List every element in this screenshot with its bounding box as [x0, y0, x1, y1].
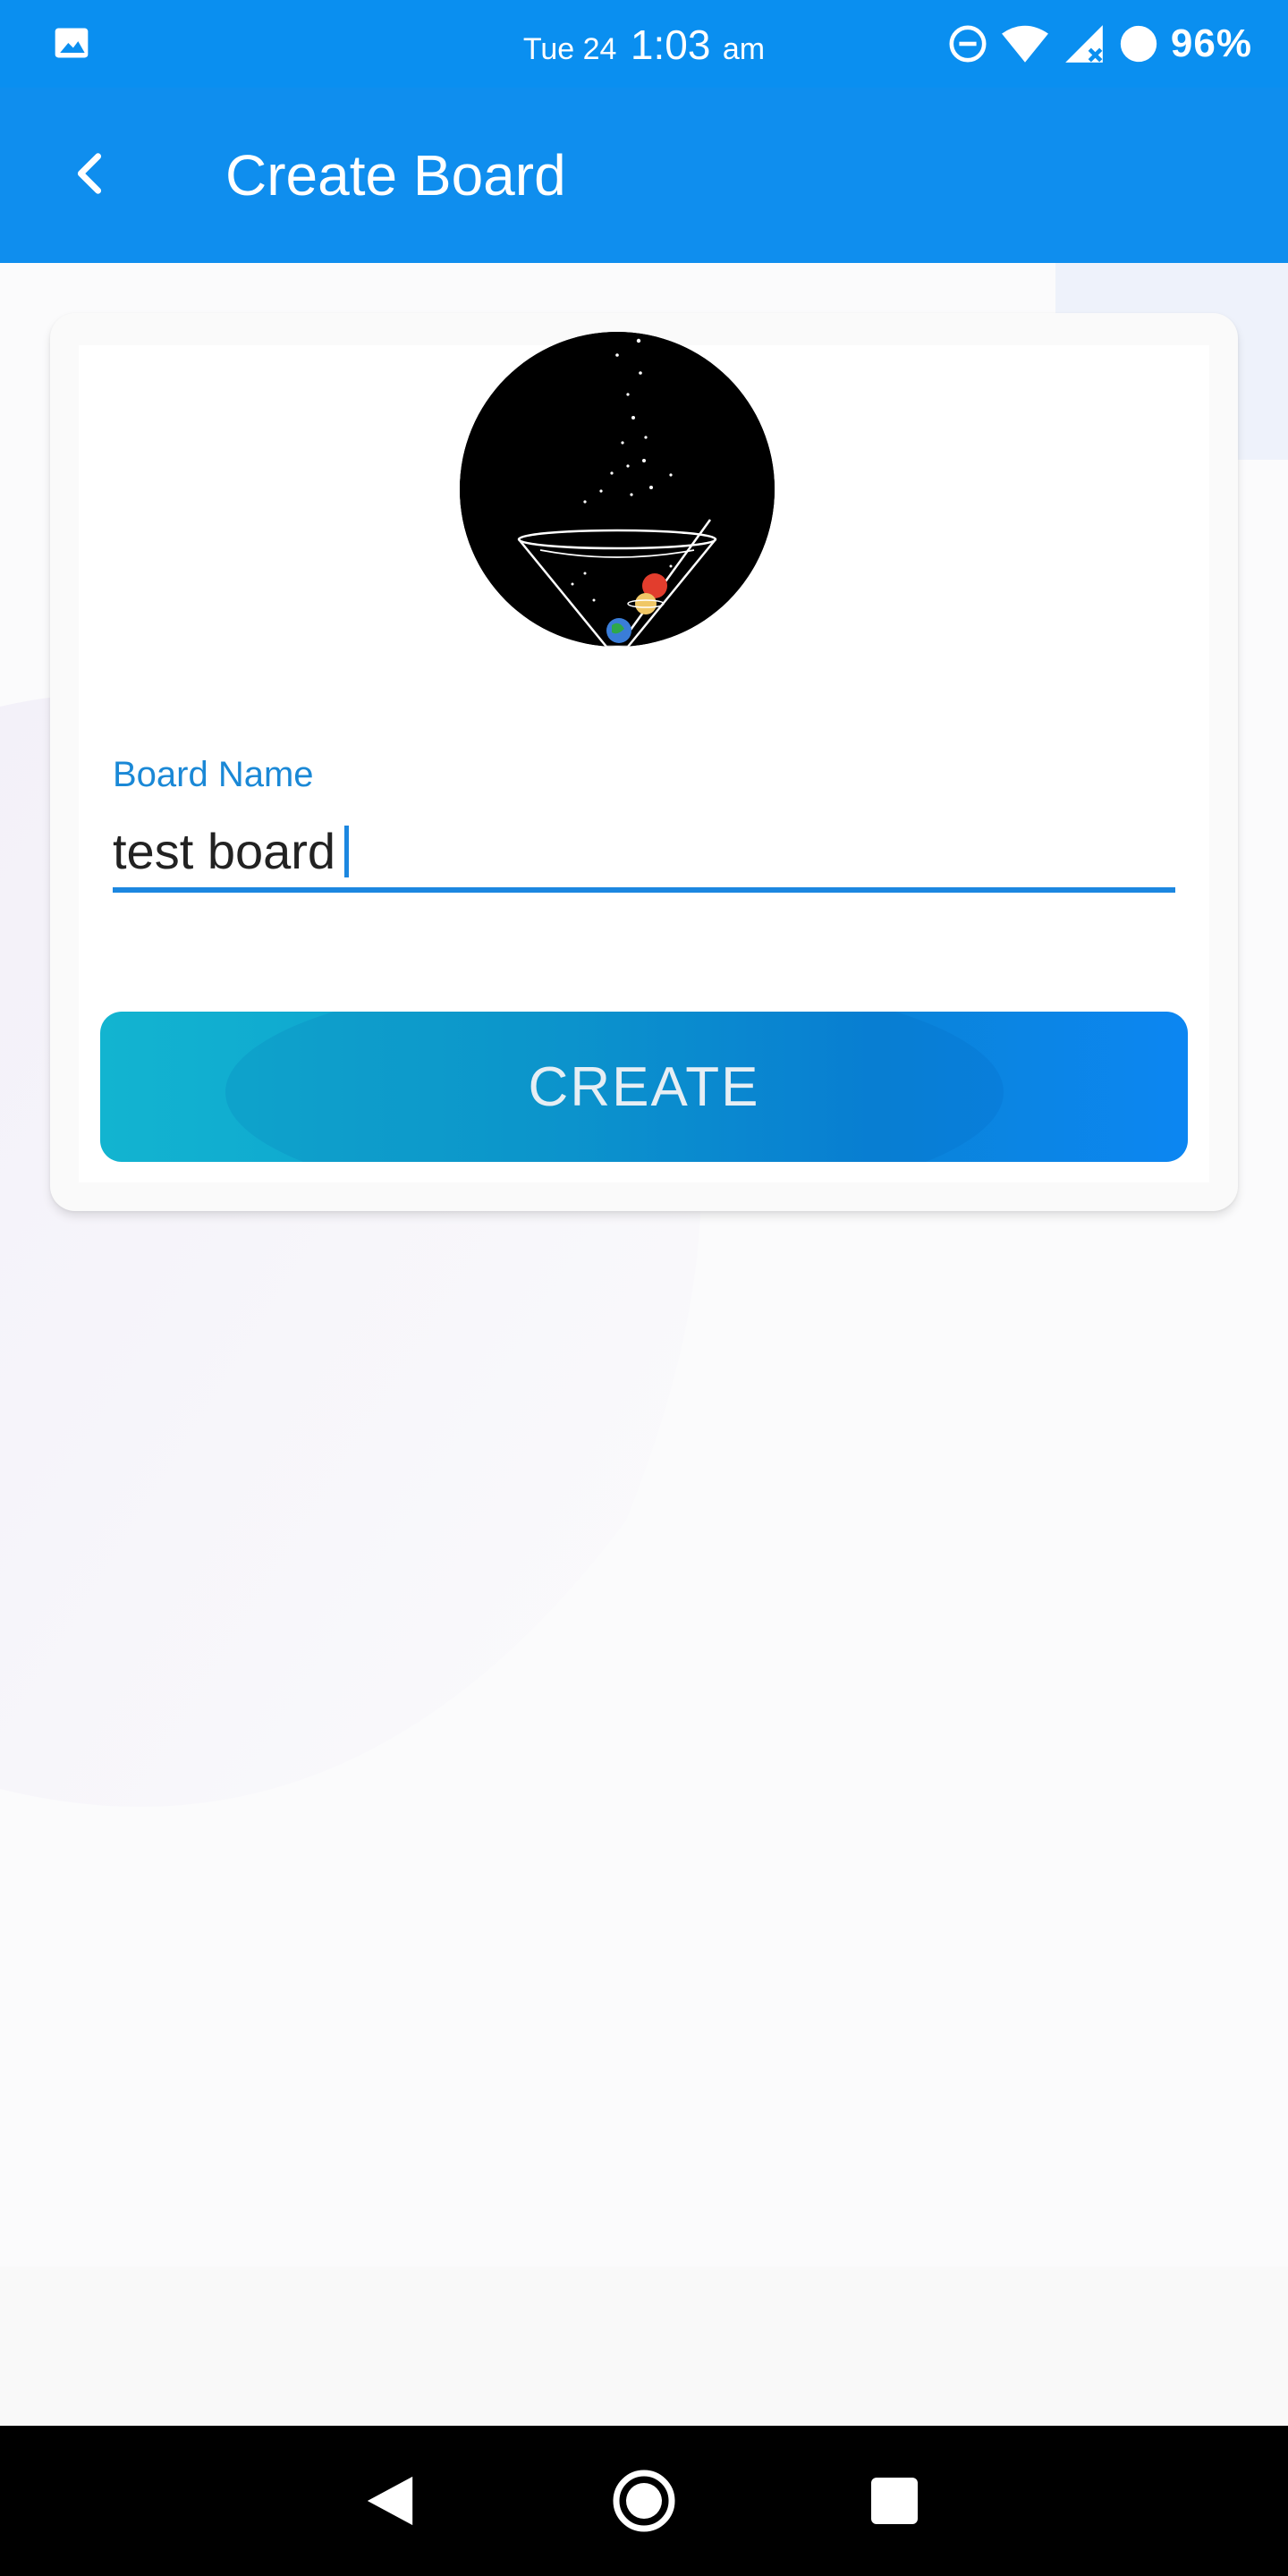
battery-icon — [1120, 25, 1157, 63]
cellular-signal-icon — [1065, 25, 1103, 63]
space-cocktail-illustration — [460, 332, 775, 647]
chevron-left-icon — [77, 153, 102, 194]
battery-percent: 96% — [1170, 21, 1252, 65]
board-name-value: test board — [113, 823, 336, 879]
status-time: 1:03 — [630, 21, 711, 68]
create-button[interactable]: CREATE — [100, 1012, 1188, 1162]
nav-back-button[interactable] — [345, 2456, 435, 2546]
status-day: Tue 24 — [522, 32, 617, 66]
back-triangle-icon — [367, 2476, 413, 2526]
recents-square-icon — [871, 2478, 918, 2524]
home-circle-icon — [613, 2470, 675, 2532]
lower-strip — [0, 2267, 1288, 2426]
do-not-disturb-icon — [949, 25, 987, 63]
board-image-avatar[interactable] — [460, 332, 775, 647]
nav-home-button[interactable] — [599, 2456, 689, 2546]
status-bar: Tue 24 1:03 am 96% — [0, 0, 1288, 88]
page-title: Create Board — [225, 143, 566, 208]
board-name-underline — [113, 887, 1175, 893]
wifi-icon — [1001, 25, 1048, 63]
text-caret — [344, 826, 350, 877]
system-nav-bar — [0, 2426, 1288, 2576]
board-name-input[interactable]: test board — [113, 819, 350, 884]
back-button[interactable] — [54, 138, 125, 209]
app-bar: Create Board — [0, 88, 1288, 263]
status-ampm: am — [722, 32, 766, 66]
nav-recents-button[interactable] — [850, 2456, 939, 2546]
board-name-label: Board Name — [113, 755, 314, 794]
create-button-label: CREATE — [528, 1055, 760, 1118]
status-right-icons: 96% — [947, 18, 1252, 70]
